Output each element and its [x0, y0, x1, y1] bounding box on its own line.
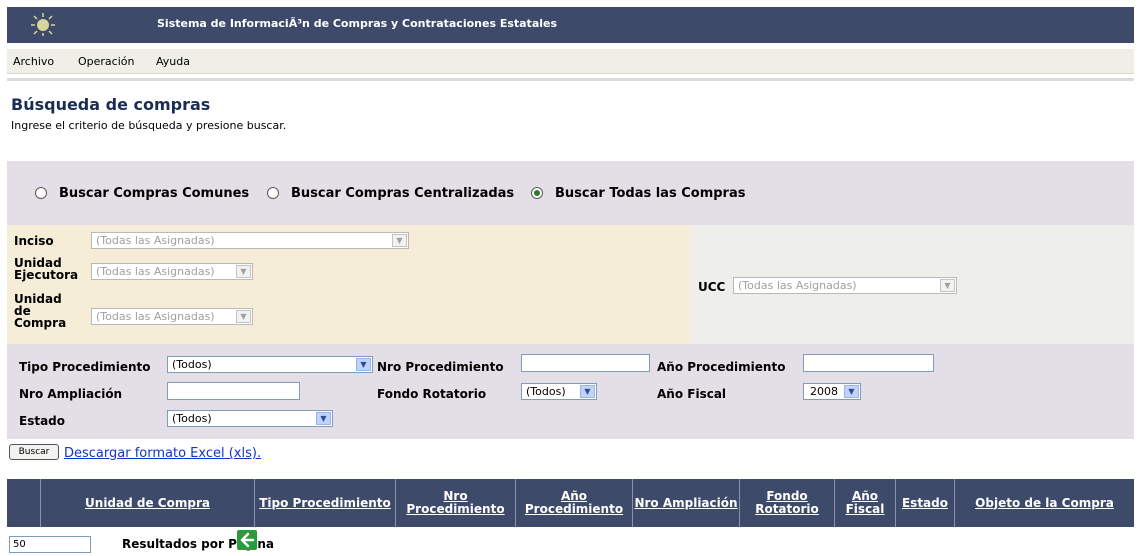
page-title: Búsqueda de compras: [11, 95, 211, 114]
anio-fiscal-value: 2008: [810, 385, 838, 398]
fondo-rotatorio-value: (Todos): [526, 385, 566, 398]
ucc-select[interactable]: (Todas las Asignadas) ▼: [733, 277, 957, 294]
search-type-group: Buscar Compras Comunes Buscar Compras Ce…: [7, 161, 1134, 225]
radio-label-compras-centralizadas: Buscar Compras Centralizadas: [291, 186, 515, 201]
unidad-ejecutora-label: Unidad Ejecutora: [14, 256, 79, 282]
procedure-filters: Tipo Procedimiento (Todos) ▼ Nro Procedi…: [7, 344, 1134, 439]
inciso-select[interactable]: (Todas las Asignadas) ▼: [91, 232, 409, 249]
col-nro-ampliacion[interactable]: Nro Ampliación: [633, 479, 739, 527]
radio-label-compras-comunes: Buscar Compras Comunes: [59, 186, 250, 201]
radio-todas-compras[interactable]: [531, 187, 543, 199]
unidad-compra-value: (Todas las Asignadas): [96, 310, 215, 323]
chevron-down-icon: ▼: [392, 234, 407, 247]
tipo-procedimiento-select[interactable]: (Todos) ▼: [167, 356, 373, 373]
app-header: Sistema de InformaciÃ³n de Compras y Con…: [7, 7, 1134, 43]
col-anio-fiscal[interactable]: Año Fiscal: [835, 479, 895, 527]
fondo-rotatorio-label: Fondo Rotatorio: [377, 387, 487, 401]
nro-ampliacion-label: Nro Ampliación: [19, 387, 123, 401]
anio-procedimiento-input[interactable]: [803, 354, 934, 372]
app-title: Sistema de InformaciÃ³n de Compras y Con…: [157, 17, 558, 30]
fondo-rotatorio-select[interactable]: (Todos) ▼: [521, 383, 597, 400]
col-fondo-rotatorio[interactable]: Fondo Rotatorio: [740, 479, 834, 527]
estado-value: (Todos): [172, 412, 212, 425]
chevron-down-icon: ▼: [236, 265, 251, 278]
buscar-button[interactable]: Buscar: [9, 444, 59, 460]
radio-label-todas-compras: Buscar Todas las Compras: [555, 186, 746, 201]
menu-archivo[interactable]: Archivo: [7, 49, 60, 74]
chevron-down-icon: ▼: [236, 310, 251, 323]
sun-emblem-icon: [23, 11, 63, 37]
nro-procedimiento-input[interactable]: [521, 354, 650, 372]
organization-filters: Inciso (Todas las Asignadas) ▼ Unidad Ej…: [7, 225, 690, 344]
chevron-down-icon: ▼: [316, 412, 331, 425]
col-objeto-compra[interactable]: Objeto de la Compra: [955, 479, 1134, 527]
ucc-value: (Todas las Asignadas): [738, 279, 857, 292]
inciso-label: Inciso: [14, 234, 54, 248]
download-excel-link[interactable]: Descargar formato Excel (xls).: [64, 446, 261, 461]
chevron-down-icon: ▼: [940, 279, 955, 292]
chevron-down-icon: ▼: [580, 385, 595, 398]
inciso-value: (Todas las Asignadas): [96, 234, 215, 247]
anio-fiscal-label: Año Fiscal: [657, 387, 727, 401]
radio-compras-comunes[interactable]: [35, 187, 47, 199]
nro-procedimiento-label: Nro Procedimiento: [377, 360, 504, 374]
tipo-procedimiento-label: Tipo Procedimiento: [19, 360, 151, 374]
unidad-compra-select[interactable]: (Todas las Asignadas) ▼: [91, 308, 253, 325]
ucc-label: UCC: [698, 280, 726, 294]
nro-ampliacion-input[interactable]: [167, 382, 300, 400]
divider: [7, 78, 1134, 81]
ucc-filter-panel: UCC (Todas las Asignadas) ▼: [690, 225, 1134, 344]
arrow-left-icon[interactable]: [237, 530, 257, 550]
radio-compras-centralizadas[interactable]: [267, 187, 279, 199]
page-instructions: Ingrese el criterio de búsqueda y presio…: [11, 119, 287, 132]
results-per-page-input[interactable]: 50: [9, 536, 91, 553]
menu-ayuda[interactable]: Ayuda: [150, 49, 196, 74]
chevron-down-icon: ▼: [356, 358, 371, 371]
col-tipo-procedimiento[interactable]: Tipo Procedimiento: [255, 479, 395, 527]
unidad-compra-label: Unidad de Compra: [14, 292, 67, 330]
estado-label: Estado: [19, 414, 66, 428]
col-unidad-compra[interactable]: Unidad de Compra: [41, 479, 254, 527]
chevron-down-icon: ▼: [844, 385, 859, 398]
tipo-procedimiento-value: (Todos): [172, 358, 212, 371]
unidad-ejecutora-value: (Todas las Asignadas): [96, 265, 215, 278]
menu-bar: Archivo Operación Ayuda: [7, 49, 1134, 74]
col-estado[interactable]: Estado: [896, 479, 954, 527]
unidad-ejecutora-select[interactable]: (Todas las Asignadas) ▼: [91, 263, 253, 280]
col-nro-procedimiento[interactable]: Nro Procedimiento: [396, 479, 515, 527]
estado-select[interactable]: (Todos) ▼: [167, 410, 333, 427]
menu-operacion[interactable]: Operación: [72, 49, 140, 74]
col-anio-procedimiento[interactable]: Año Procedimiento: [516, 479, 632, 527]
anio-fiscal-select[interactable]: 2008 ▼: [803, 383, 861, 400]
anio-procedimiento-label: Año Procedimiento: [657, 360, 786, 374]
results-table-header: Unidad de Compra Tipo Procedimiento Nro …: [7, 479, 1134, 527]
